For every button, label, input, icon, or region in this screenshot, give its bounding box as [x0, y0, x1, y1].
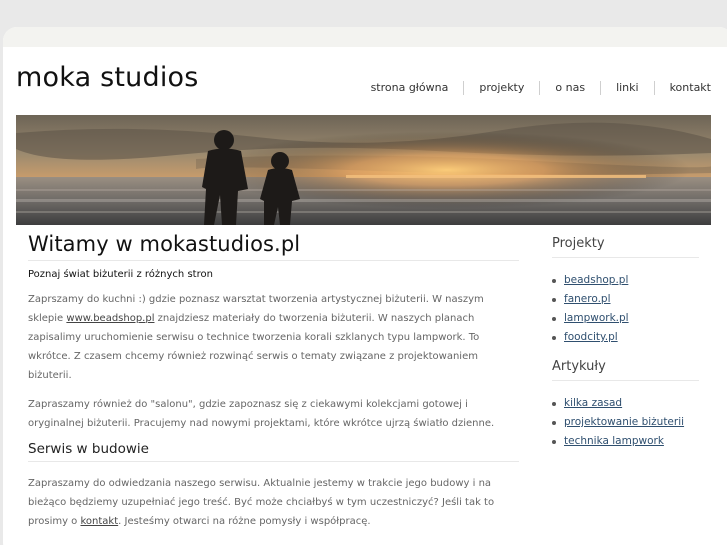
list-item: technika lampwork: [552, 432, 699, 451]
top-band: [3, 27, 727, 47]
nav-links[interactable]: linki: [600, 81, 654, 95]
project-link-beadshop[interactable]: beadshop.pl: [564, 274, 628, 286]
projects-list: beadshop.pl fanero.pl lampwork.pl foodci…: [552, 271, 699, 347]
list-item: projektowanie biżuterii: [552, 413, 699, 432]
list-item: lampwork.pl: [552, 309, 699, 328]
header-banner-image: [16, 115, 711, 225]
nav-contact[interactable]: kontakt: [653, 81, 711, 95]
list-item: kilka zasad: [552, 394, 699, 413]
project-link-foodcity[interactable]: foodcity.pl: [564, 331, 618, 343]
nav-projects[interactable]: projekty: [463, 81, 539, 95]
sunset-beach-couple-image: [16, 115, 711, 225]
articles-heading: Artykuły: [552, 359, 699, 381]
site-logo[interactable]: moka studios: [16, 62, 199, 93]
contact-link[interactable]: kontakt: [80, 516, 118, 527]
article-link-rules[interactable]: kilka zasad: [564, 397, 622, 409]
article-link-lampwork[interactable]: technika lampwork: [564, 435, 664, 447]
intro-paragraph: Zaprszamy do kuchni :) gdzie poznasz war…: [28, 290, 519, 385]
section-title: Serwis w budowie: [28, 441, 519, 462]
main-content: Witamy w mokastudios.pl Poznaj świat biż…: [28, 232, 519, 531]
projects-heading: Projekty: [552, 236, 699, 258]
sidebar: Projekty beadshop.pl fanero.pl lampwork.…: [552, 236, 699, 463]
nav-home[interactable]: strona główna: [356, 81, 464, 95]
construction-text-end: . Jesteśmy otwarci na różne pomysły i ws…: [118, 516, 371, 527]
project-link-fanero[interactable]: fanero.pl: [564, 293, 611, 305]
page-subtitle: Poznaj świat biżuterii z różnych stron: [28, 269, 213, 280]
salon-paragraph: Zapraszamy również do "salonu", gdzie za…: [28, 399, 495, 429]
list-item: foodcity.pl: [552, 328, 699, 347]
project-link-lampwork[interactable]: lampwork.pl: [564, 312, 629, 324]
main-nav: strona główna projekty o nas linki konta…: [356, 81, 711, 95]
list-item: fanero.pl: [552, 290, 699, 309]
articles-list: kilka zasad projektowanie biżuterii tech…: [552, 394, 699, 451]
beadshop-link[interactable]: www.beadshop.pl: [66, 313, 154, 324]
construction-paragraph: Zapraszamy do odwiedzania naszego serwis…: [28, 474, 519, 531]
list-item: beadshop.pl: [552, 271, 699, 290]
page-title: Witamy w mokastudios.pl: [28, 232, 519, 261]
nav-about[interactable]: o nas: [539, 81, 600, 95]
article-link-design[interactable]: projektowanie biżuterii: [564, 416, 684, 428]
